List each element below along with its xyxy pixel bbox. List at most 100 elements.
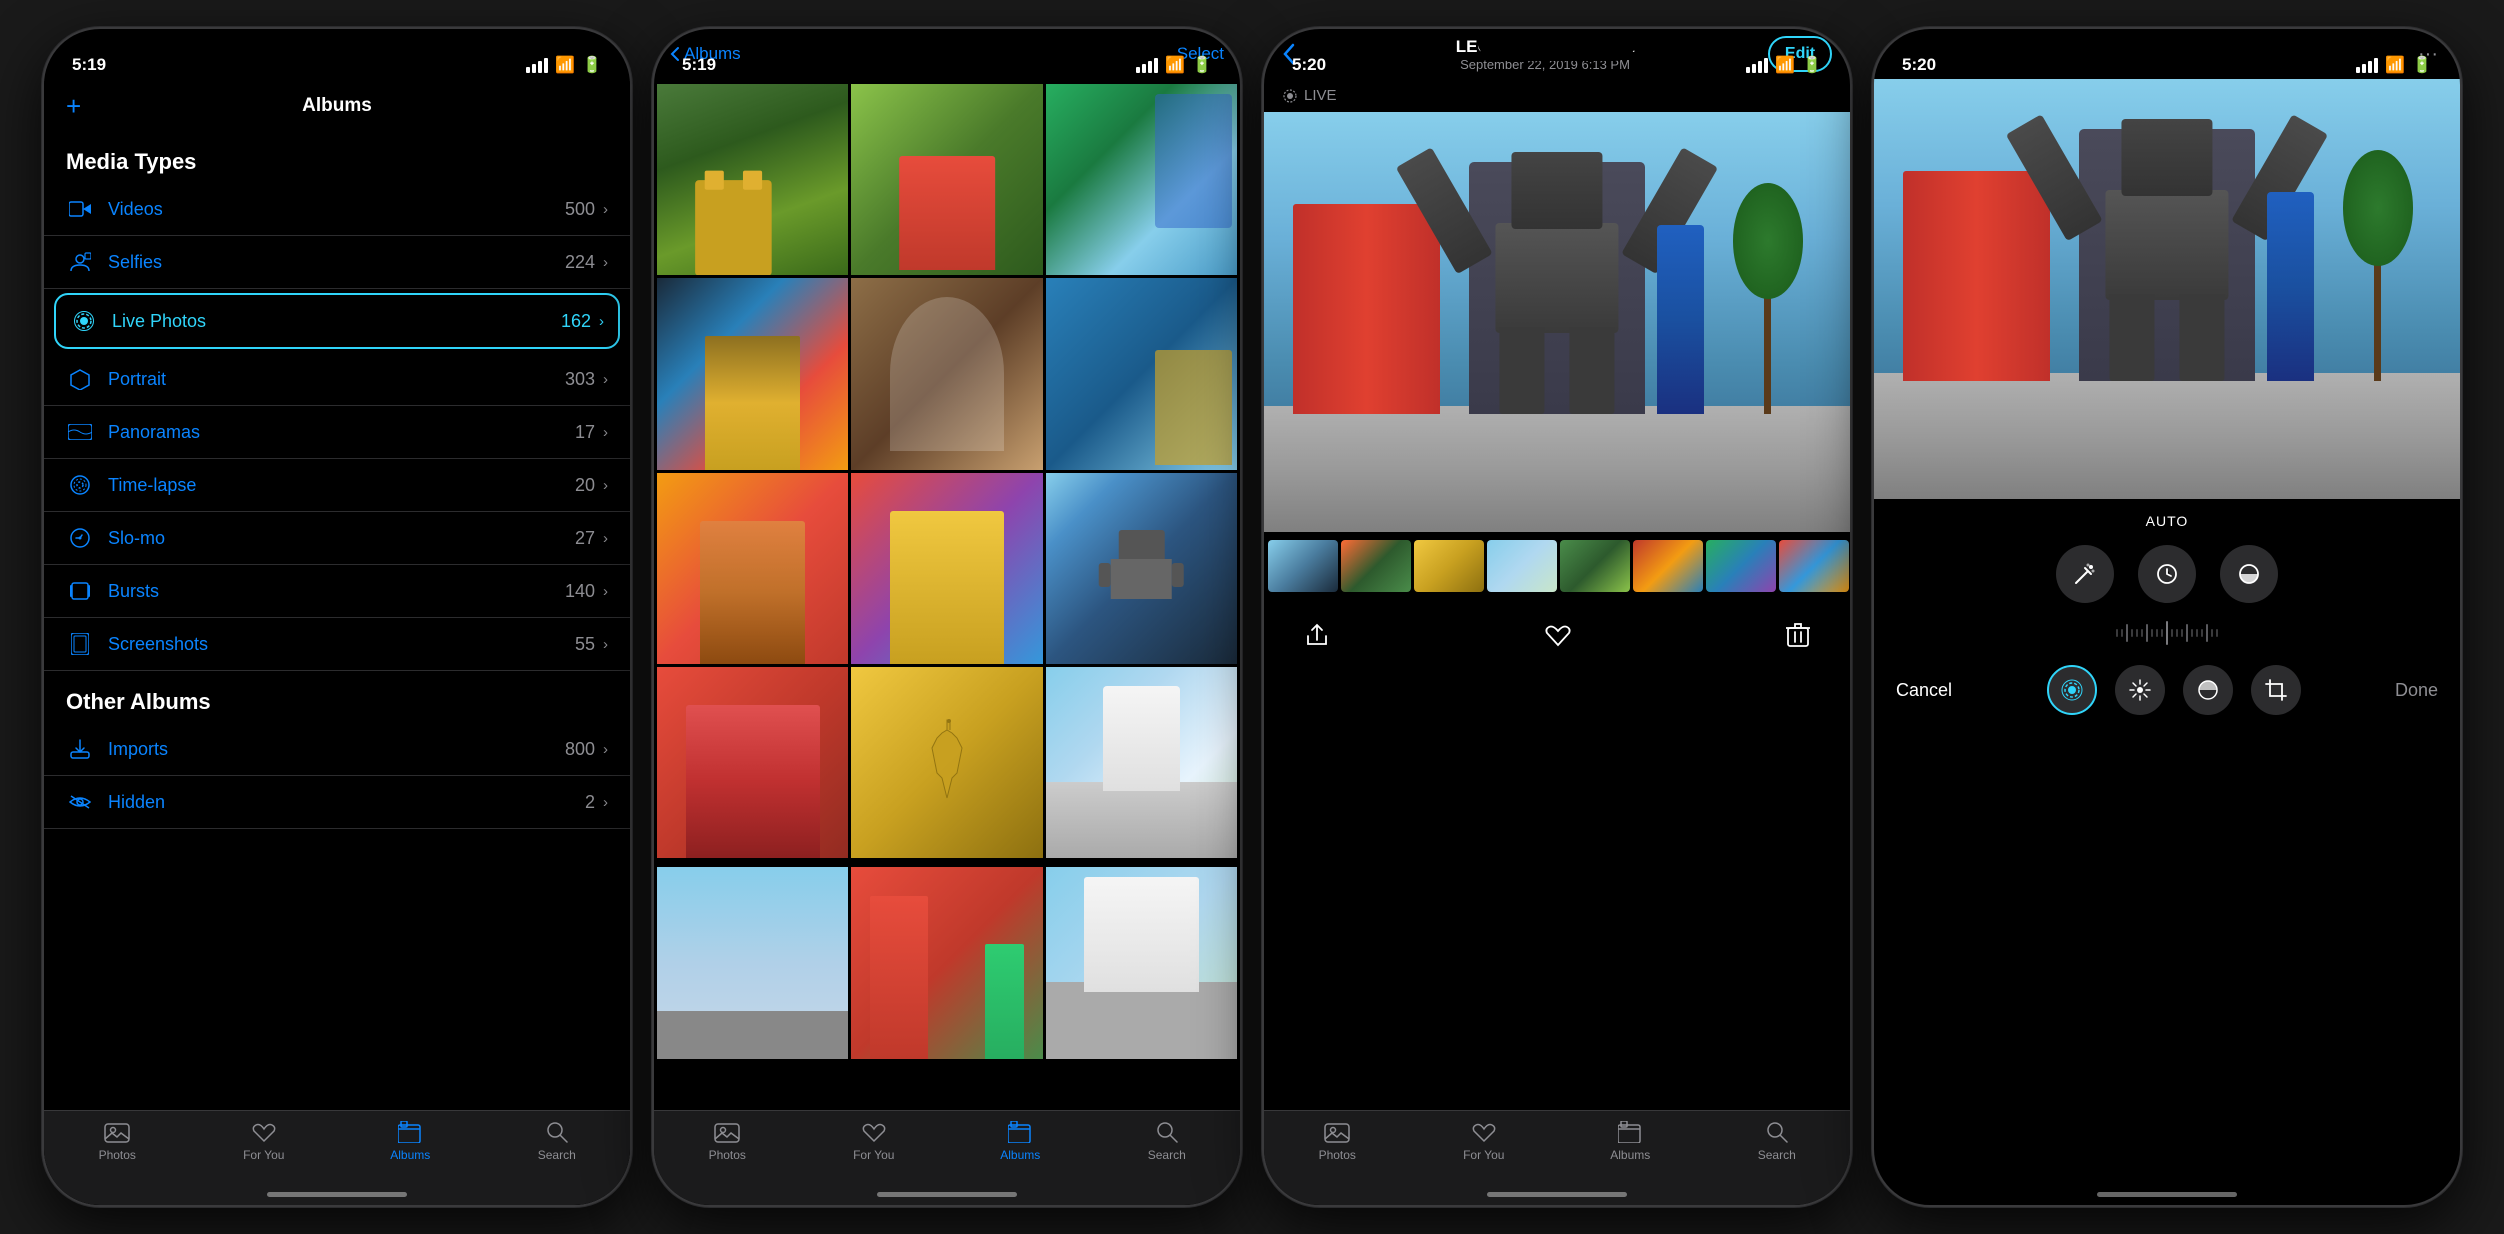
album-item-panoramas[interactable]: Panoramas 17 › <box>44 406 630 459</box>
tick <box>2191 629 2193 637</box>
photo-cell-15[interactable] <box>1046 867 1237 1058</box>
slider-area[interactable] <box>1874 611 2460 655</box>
tab-search-2[interactable]: Search <box>1094 1121 1241 1162</box>
album-item-hidden[interactable]: Hidden 2 › <box>44 776 630 829</box>
share-button[interactable] <box>1304 622 1330 648</box>
thumb-5[interactable] <box>1560 540 1630 592</box>
photo-cell-12[interactable] <box>1046 667 1237 858</box>
magic-wand-tool[interactable] <box>2056 545 2114 603</box>
status-time-3: 5:20 <box>1292 55 1326 75</box>
done-button[interactable]: Done <box>2395 680 2438 701</box>
photo-cell-8[interactable] <box>851 473 1042 664</box>
album-item-bursts[interactable]: Bursts 140 › <box>44 565 630 618</box>
photo-cell-13[interactable] <box>657 867 848 1058</box>
favorite-button[interactable] <box>1545 623 1571 647</box>
albums-tab-icon-1 <box>398 1121 422 1143</box>
photo-cell-11[interactable] <box>851 667 1042 858</box>
photo-cell-5[interactable] <box>851 278 1042 469</box>
bar2c <box>1752 64 1756 73</box>
cancel-button[interactable]: Cancel <box>1896 680 1952 701</box>
photo-grid <box>654 81 1240 861</box>
photo-cell-3[interactable] <box>1046 84 1237 275</box>
filter-mode-button[interactable] <box>2183 665 2233 715</box>
tick <box>2161 629 2163 637</box>
photo-cell-1[interactable] <box>657 84 848 275</box>
tab-search-1[interactable]: Search <box>484 1121 631 1162</box>
hidden-count: 2 <box>585 792 595 813</box>
thumb-1[interactable] <box>1268 540 1338 592</box>
adjust-mode-button[interactable] <box>2115 665 2165 715</box>
bar3 <box>538 61 542 73</box>
add-button[interactable]: + <box>66 91 81 122</box>
tab-foryou-1[interactable]: For You <box>191 1121 338 1162</box>
photo-cell-7[interactable] <box>657 473 848 664</box>
videos-name: Videos <box>108 199 565 220</box>
tab-search-3[interactable]: Search <box>1704 1121 1851 1162</box>
foryou-tab-icon-3 <box>1472 1121 1496 1143</box>
panoramas-name: Panoramas <box>108 422 575 443</box>
edit-bottom-bar: Cancel <box>1874 655 2460 725</box>
screenshots-icon <box>66 630 94 658</box>
thumb-7[interactable] <box>1706 540 1776 592</box>
tick <box>2181 629 2183 637</box>
tick <box>2121 629 2123 637</box>
thumb-8[interactable] <box>1779 540 1849 592</box>
portrait-name: Portrait <box>108 369 565 390</box>
tab-foryou-2[interactable]: For You <box>801 1121 948 1162</box>
photo-cell-10[interactable] <box>657 667 848 858</box>
tab-bar-2: Photos For You Albums <box>654 1110 1240 1205</box>
album-item-timelapse[interactable]: Time-lapse 20 › <box>44 459 630 512</box>
tab-albums-1[interactable]: Albums <box>337 1121 484 1162</box>
panoramas-chevron: › <box>603 424 608 441</box>
thumb-4[interactable] <box>1487 540 1557 592</box>
photo-grid-row5 <box>654 864 1240 1061</box>
tab-albums-3[interactable]: Albums <box>1557 1121 1704 1162</box>
timelapse-name: Time-lapse <box>108 475 575 496</box>
tab-photos-2[interactable]: Photos <box>654 1121 801 1162</box>
album-item-imports[interactable]: Imports 800 › <box>44 723 630 776</box>
photo-cell-14[interactable] <box>851 867 1042 1058</box>
main-photo-container[interactable] <box>1264 112 1850 532</box>
live-badge: LIVE <box>1264 79 1850 112</box>
photos-tab-icon-2 <box>714 1121 740 1143</box>
delete-button[interactable] <box>1786 622 1810 648</box>
bar1d <box>2356 67 2360 73</box>
bar3b <box>1148 61 1152 73</box>
photo-cell-9[interactable] <box>1046 473 1237 664</box>
album-item-selfies[interactable]: Selfies 224 › <box>44 236 630 289</box>
notch-4 <box>2087 29 2247 61</box>
phone-edit: 5:20 📶 🔋 ADJUST ··· <box>1872 27 2462 1207</box>
exposure-tool[interactable] <box>2220 545 2278 603</box>
foryou-tab-icon-1 <box>252 1121 276 1143</box>
photo-cell-6[interactable] <box>1046 278 1237 469</box>
imports-icon <box>66 735 94 763</box>
album-item-videos[interactable]: Videos 500 › <box>44 183 630 236</box>
slomo-count: 27 <box>575 528 595 549</box>
selfies-name: Selfies <box>108 252 565 273</box>
photo-cell-4[interactable] <box>657 278 848 469</box>
search-tab-icon-1 <box>546 1121 568 1143</box>
album-item-live-photos[interactable]: Live Photos 162 › <box>54 293 620 349</box>
clock-tool[interactable] <box>2138 545 2196 603</box>
phone-live-photos: 5:19 📶 🔋 Albums Live Photos <box>652 27 1242 1207</box>
tab-foryou-label-1: For You <box>243 1148 284 1162</box>
crop-mode-button[interactable] <box>2251 665 2301 715</box>
battery-icon-1: 🔋 <box>582 55 602 75</box>
tab-photos-1[interactable]: Photos <box>44 1121 191 1162</box>
album-item-slomo[interactable]: Slo-mo 27 › <box>44 512 630 565</box>
thumb-3[interactable] <box>1414 540 1484 592</box>
timelapse-icon <box>66 471 94 499</box>
hidden-icon <box>66 788 94 816</box>
tab-photos-3[interactable]: Photos <box>1264 1121 1411 1162</box>
thumb-2[interactable] <box>1341 540 1411 592</box>
wifi-icon-2: 📶 <box>1165 55 1185 75</box>
thumbnail-strip[interactable] <box>1264 532 1850 600</box>
album-item-screenshots[interactable]: Screenshots 55 › <box>44 618 630 671</box>
tab-search-label-3: Search <box>1758 1148 1796 1162</box>
thumb-6[interactable] <box>1633 540 1703 592</box>
live-mode-button[interactable] <box>2047 665 2097 715</box>
photo-cell-2[interactable] <box>851 84 1042 275</box>
tab-foryou-3[interactable]: For You <box>1411 1121 1558 1162</box>
tab-albums-2[interactable]: Albums <box>947 1121 1094 1162</box>
album-item-portrait[interactable]: Portrait 303 › <box>44 353 630 406</box>
